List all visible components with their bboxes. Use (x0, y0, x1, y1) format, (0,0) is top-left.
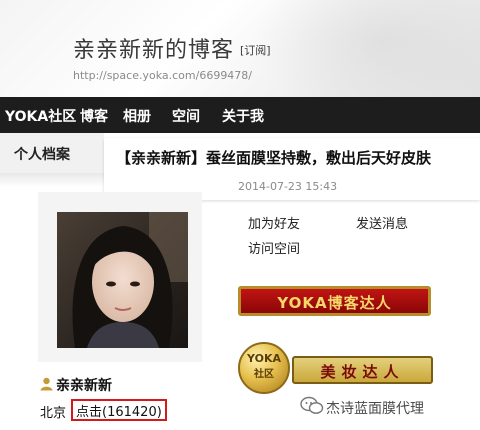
send-message-link[interactable]: 发送消息 (356, 213, 408, 232)
article-date: 2014-07-23 15:43 (238, 180, 338, 193)
blog-url[interactable]: http://space.yoka.com/6699478/ (73, 69, 252, 82)
nav-item-space[interactable]: 空间 (172, 106, 200, 126)
blogger-badge-label: YOKA博客达人 (277, 294, 392, 312)
article-title[interactable]: 【亲亲新新】蚕丝面膜坚持敷，敷出后天好皮肤 (116, 147, 431, 168)
tab-shadow (0, 173, 104, 187)
visit-space-link[interactable]: 访问空间 (248, 238, 300, 257)
username[interactable]: 亲亲新新 (56, 375, 112, 395)
hit-count-highlight: 点击(161420) (71, 399, 167, 421)
hits-count: (161420) (102, 405, 162, 420)
tab-profile[interactable]: 个人档案 (0, 133, 104, 174)
blogger-badge: YOKA博客达人 (238, 286, 431, 316)
user-icon (40, 377, 53, 391)
nav-item-blog[interactable]: 博客 (80, 106, 108, 126)
tab-profile-label: 个人档案 (14, 147, 70, 163)
medal-text-line2: 社区 (254, 369, 274, 380)
yoka-community-medal-icon: YOKA 社区 (238, 342, 290, 394)
nav-item-album[interactable]: 相册 (123, 106, 151, 126)
add-friend-link[interactable]: 加为好友 (248, 213, 300, 232)
medal-text-line1: YOKA (247, 352, 281, 365)
header-decoration (250, 0, 480, 97)
nav-item-about-me[interactable]: 关于我 (222, 106, 264, 126)
watermark-text: 杰诗蓝面膜代理 (326, 401, 424, 417)
hits-label: 点击 (76, 405, 103, 420)
beauty-badge-label: 美妆达人 (320, 363, 405, 381)
nav-bar: YOKA社区 博客 相册 空间 关于我 (0, 97, 480, 133)
subscribe-link[interactable]: [订阅] (240, 42, 271, 58)
blog-title[interactable]: 亲亲新新的博客 (73, 32, 234, 64)
avatar-photo-icon (57, 212, 188, 348)
beauty-expert-badge: 美妆达人 (292, 356, 433, 384)
location: 北京 (40, 406, 67, 421)
nav-item-yoka-community[interactable]: YOKA社区 (5, 106, 76, 126)
wechat-icon (300, 396, 324, 414)
avatar[interactable] (57, 212, 188, 348)
